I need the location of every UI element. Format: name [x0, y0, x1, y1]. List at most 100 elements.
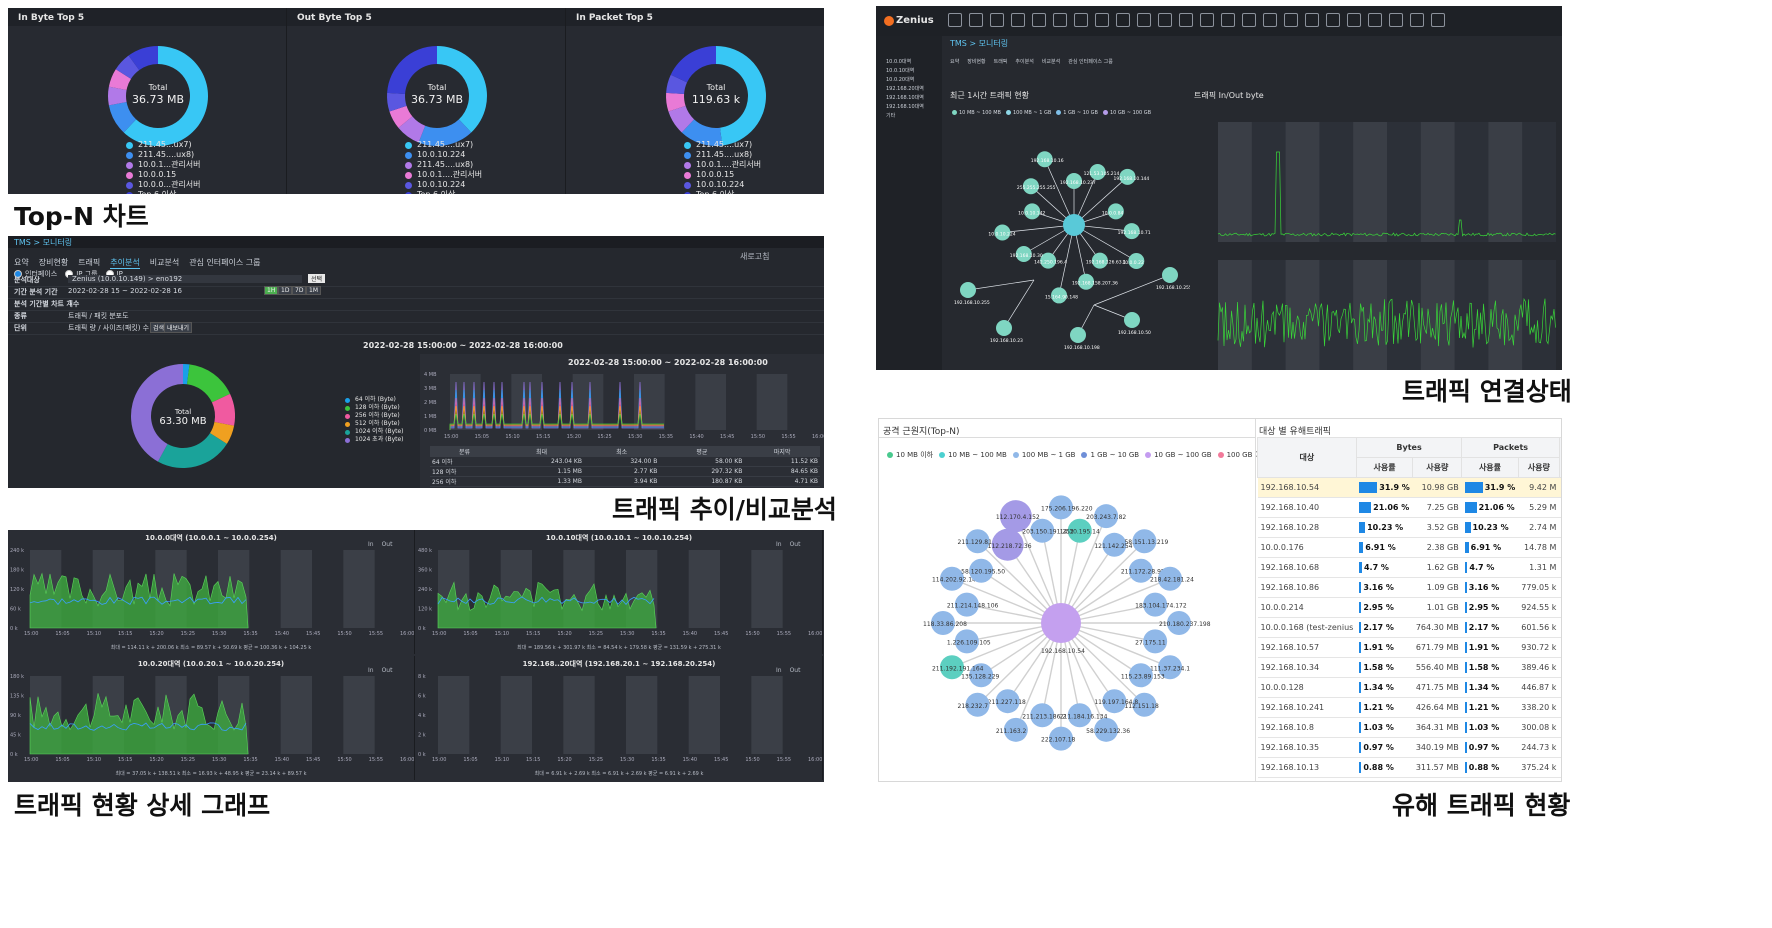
toolbar-icon[interactable] [1158, 13, 1172, 27]
toolbar-icon[interactable] [1179, 13, 1193, 27]
detail-cell[interactable] [1559, 737, 1561, 758]
toolbar-icon[interactable] [990, 13, 1004, 27]
topn-legend-item[interactable]: 10.0.10.224 [684, 180, 761, 190]
harm-row[interactable]: 10.0.0.128 1.34 % 471.75 MB 1.34 % 446.87 k [1257, 677, 1561, 698]
harm-row[interactable]: 10.0.0.176 6.91 % 2.38 GB 6.91 % 14.78 M [1257, 537, 1561, 558]
donut-legend-item[interactable]: 512 이하 (Byte) [345, 420, 404, 428]
toolbar-icon[interactable] [1137, 13, 1151, 27]
col-use[interactable]: 사용률 [1461, 457, 1519, 478]
col-amount[interactable]: 사용량 [1517, 457, 1560, 478]
conn-node[interactable] [1124, 312, 1140, 328]
topn-legend-item[interactable]: 211.45....ux7) [405, 140, 482, 150]
tree-item[interactable]: 기타 [886, 112, 924, 121]
topn-legend-item[interactable]: 10.0.0...관리서버 [126, 180, 201, 190]
harm-legend-item[interactable]: 100 MB ~ 1 GB [1012, 451, 1075, 459]
topn-legend-item[interactable]: 10.0.1....관리서버 [405, 170, 482, 180]
range-button[interactable]: 1D [278, 286, 293, 295]
donut-legend-item[interactable]: 64 이하 (Byte) [345, 396, 404, 404]
range-button[interactable]: 7D [292, 286, 307, 295]
topn-legend-item[interactable]: 10.0.10.224 [405, 150, 482, 160]
filter-value[interactable]: 트래픽 량 / 사이즈(패킷) 수 [68, 323, 149, 333]
detail-cell[interactable] [1559, 577, 1561, 598]
toolbar-icon[interactable] [1074, 13, 1088, 27]
detail-cell[interactable] [1559, 617, 1561, 638]
trend-tab[interactable]: 비교분석 [150, 257, 179, 268]
tree-item[interactable]: 10.0.10대역 [886, 67, 924, 76]
donut-legend-item[interactable]: 1024 초과 (Byte) [345, 436, 404, 444]
trend-breadcrumb[interactable]: TMS > 모니터링 [14, 237, 72, 248]
toolbar-icon[interactable] [969, 13, 983, 27]
detail-cell[interactable] [1559, 497, 1561, 518]
topn-legend-item[interactable]: 211.45....ux8) [405, 160, 482, 170]
topn-legend-item[interactable]: 211.45....ux7) [684, 140, 761, 150]
toolbar-icon[interactable] [1095, 13, 1109, 27]
conn-tab[interactable]: 비교분석 [1042, 58, 1060, 65]
toolbar-icon[interactable] [1011, 13, 1025, 27]
conn-node[interactable] [1070, 327, 1086, 343]
conn-tab[interactable]: 요약 [950, 58, 959, 65]
harm-legend-item[interactable]: 1 GB ~ 10 GB [1081, 451, 1139, 459]
toolbar-icon[interactable] [1053, 13, 1067, 27]
toolbar-icon[interactable] [1410, 13, 1424, 27]
trend-donut-slice-1[interactable] [187, 364, 231, 403]
detail-cell[interactable] [1559, 477, 1561, 498]
toolbar-icon[interactable] [1284, 13, 1298, 27]
conn-tab[interactable]: 트래픽 [994, 58, 1008, 65]
conn-hub-node[interactable] [1063, 214, 1085, 236]
toolbar-icon[interactable] [1431, 13, 1445, 27]
filter-value[interactable]: Zenius (10.0.10.149) > eno192 [68, 275, 302, 283]
select-button[interactable]: 선택 [308, 274, 326, 283]
trend-donut-slice-4[interactable] [157, 433, 227, 468]
toolbar-icon[interactable] [1032, 13, 1046, 27]
tree-item[interactable]: 192.168.20대역 [886, 85, 924, 94]
topn-legend-item[interactable]: 211.45...ux7) [126, 140, 201, 150]
harm-row[interactable]: 10.0.0.1150.67 %236.66 MB0.67 %1.37 M [1257, 777, 1561, 781]
topn-legend-item[interactable]: 10.0.10.224 [405, 180, 482, 190]
topn-legend-item[interactable]: 10.0.0.15 [126, 170, 201, 180]
filter-value[interactable]: 1 [68, 299, 72, 307]
trend-tab[interactable]: 관심 인터페이스 그룹 [189, 257, 260, 268]
harm-legend-item[interactable]: 10 MB ~ 100 MB [939, 451, 1007, 459]
detail-cell[interactable] [1559, 537, 1561, 558]
detail-cell[interactable] [1559, 777, 1561, 781]
harm-row[interactable]: 10.0.0.214 2.95 % 1.01 GB 2.95 % 924.55 k [1257, 597, 1561, 618]
harm-row[interactable]: 10.0.0.168 (test-zenius 2.17 % 764.30 MB 2.… [1257, 617, 1561, 638]
harm-row[interactable]: 192.168.10.54 31.9 % 10.98 GB 31.9 % 9.42 M [1257, 477, 1561, 498]
toolbar-icon[interactable] [1389, 13, 1403, 27]
topn-legend-item[interactable]: 211.45....ux8) [126, 150, 201, 160]
tree-item[interactable]: 10.0.0대역 [886, 58, 924, 67]
topn-legend-item[interactable]: Top 6 이상 [405, 190, 482, 194]
harm-row[interactable]: 192.168.10.28 10.23 % 3.52 GB 10.23 % 2.74 M [1257, 517, 1561, 538]
toolbar-icon[interactable] [1242, 13, 1256, 27]
harm-row[interactable]: 192.168.10.241 1.21 % 426.64 MB 1.21 % 338.2… [1257, 697, 1561, 718]
detail-cell[interactable] [1559, 697, 1561, 718]
range-button[interactable]: 1M [306, 286, 321, 295]
toolbar-icon[interactable] [1347, 13, 1361, 27]
donut-legend-item[interactable]: 128 이하 (Byte) [345, 404, 404, 412]
detail-cell[interactable] [1559, 677, 1561, 698]
conn-node[interactable] [960, 282, 976, 298]
topn-legend-item[interactable]: 10.0.0.15 [684, 170, 761, 180]
toolbar-icon[interactable] [1200, 13, 1214, 27]
tree-item[interactable]: 192.168.10대역 [886, 103, 924, 112]
topn-legend-item[interactable]: Top 6 이상 [684, 190, 761, 194]
conn-tab[interactable]: 추이분석 [1015, 58, 1033, 65]
harm-row[interactable]: 192.168.10.68 4.7 % 1.62 GB 4.7 % 1.31 M [1257, 557, 1561, 578]
topn-legend-item[interactable]: 211.45....ux8) [684, 150, 761, 160]
toolbar-icon[interactable] [1221, 13, 1235, 27]
detail-cell[interactable] [1559, 717, 1561, 738]
topn-legend-item[interactable]: Top 6 이상 [126, 190, 201, 194]
conn-tab[interactable]: 관심 인터페이스 그룹 [1068, 58, 1113, 65]
detail-cell[interactable] [1559, 517, 1561, 538]
col-use[interactable]: 사용률 [1355, 457, 1414, 478]
harm-row[interactable]: 192.168.10.40 21.06 % 7.25 GB 21.06 % 5.29 M [1257, 497, 1561, 518]
toolbar-icon[interactable] [1263, 13, 1277, 27]
detail-cell[interactable] [1559, 597, 1561, 618]
tree-item[interactable]: 10.0.20대역 [886, 76, 924, 85]
harm-legend-item[interactable]: 10 GB ~ 100 GB [1145, 451, 1212, 459]
detail-cell[interactable] [1559, 757, 1561, 778]
filter-value[interactable]: 2022-02-28 15 ~ 2022-02-28 16 [68, 287, 182, 295]
toolbar-icon[interactable] [1305, 13, 1319, 27]
filter-value[interactable]: 트래픽 / 패킷 분포도 [68, 311, 129, 321]
donut-legend-item[interactable]: 1024 이하 (Byte) [345, 428, 404, 436]
